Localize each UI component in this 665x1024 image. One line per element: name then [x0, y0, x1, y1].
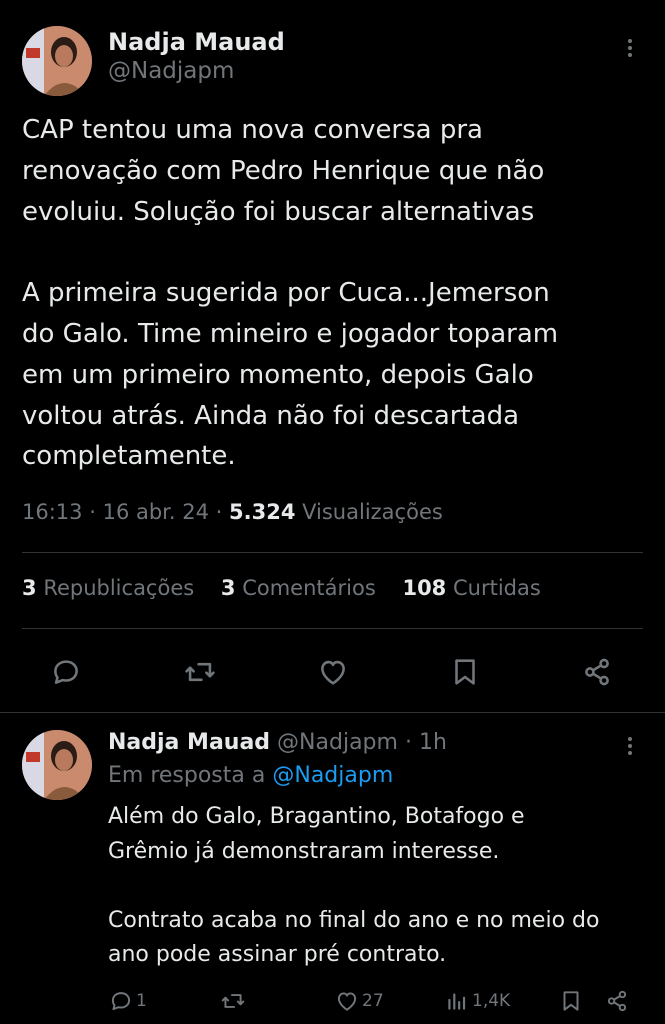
reply-count: 1	[136, 991, 147, 1011]
tweet-meta: 16:13 · 16 abr. 24 · 5.324 Visualizações	[22, 500, 443, 524]
like-count: 27	[362, 991, 384, 1011]
reply-age[interactable]: 1h	[419, 730, 447, 755]
bookmark-icon[interactable]	[443, 650, 487, 694]
share-button[interactable]	[604, 985, 632, 1017]
views-icon	[448, 993, 466, 1010]
reply-button[interactable]: 1	[108, 985, 147, 1017]
reply-icon	[111, 992, 131, 1011]
views-count: 1,4K	[472, 991, 511, 1011]
more-icon[interactable]	[620, 36, 640, 64]
in-reply-to: Em resposta a @Nadjapm	[108, 763, 394, 788]
bookmark-icon	[563, 991, 579, 1011]
heart-icon[interactable]	[311, 650, 355, 694]
repost-icon[interactable]	[178, 650, 222, 694]
tweet-date[interactable]: 16 abr. 24	[103, 500, 209, 524]
avatar[interactable]	[22, 730, 92, 800]
tweet-stats: 3 Republicações 3 Comentários 108 Curtid…	[22, 576, 561, 600]
reply-author-name[interactable]: Nadja Mauad	[108, 730, 270, 755]
reposts-stat[interactable]: 3 Republicações	[22, 576, 194, 600]
repost-button[interactable]	[220, 985, 248, 1017]
reply-mention-link[interactable]: @Nadjapm	[272, 763, 393, 788]
reply-header: Nadja Mauad @Nadjapm · 1h	[108, 730, 447, 755]
comments-stat[interactable]: 3 Comentários	[221, 576, 376, 600]
bookmark-button[interactable]	[558, 985, 586, 1017]
like-button[interactable]: 27	[334, 985, 384, 1017]
views-count: 5.324	[229, 500, 296, 524]
reply-icon[interactable]	[44, 650, 88, 694]
tweet-time[interactable]: 16:13	[22, 500, 83, 524]
author-handle[interactable]: @Nadjapm	[108, 58, 234, 84]
share-icon	[607, 990, 627, 1012]
reply-text: Além do Galo, Bragantino, Botafogo e Grê…	[108, 804, 600, 967]
tweet-text: CAP tentou uma nova conversa pra renovaç…	[22, 115, 559, 472]
reply-action-bar: 1 27 1,4K	[0, 985, 665, 1017]
divider	[22, 628, 643, 629]
avatar[interactable]	[22, 26, 92, 96]
divider	[22, 552, 643, 553]
repost-icon	[221, 994, 245, 1008]
author-name[interactable]: Nadja Mauad	[108, 28, 285, 56]
views-label: Visualizações	[302, 500, 443, 524]
views-button[interactable]: 1,4K	[444, 985, 510, 1017]
share-icon[interactable]	[575, 650, 619, 694]
heart-icon	[337, 992, 357, 1011]
likes-stat[interactable]: 108 Curtidas	[402, 576, 540, 600]
reply-author-handle[interactable]: @Nadjapm	[277, 730, 398, 755]
action-bar	[0, 650, 665, 694]
more-icon[interactable]	[620, 734, 640, 762]
divider	[0, 712, 665, 713]
